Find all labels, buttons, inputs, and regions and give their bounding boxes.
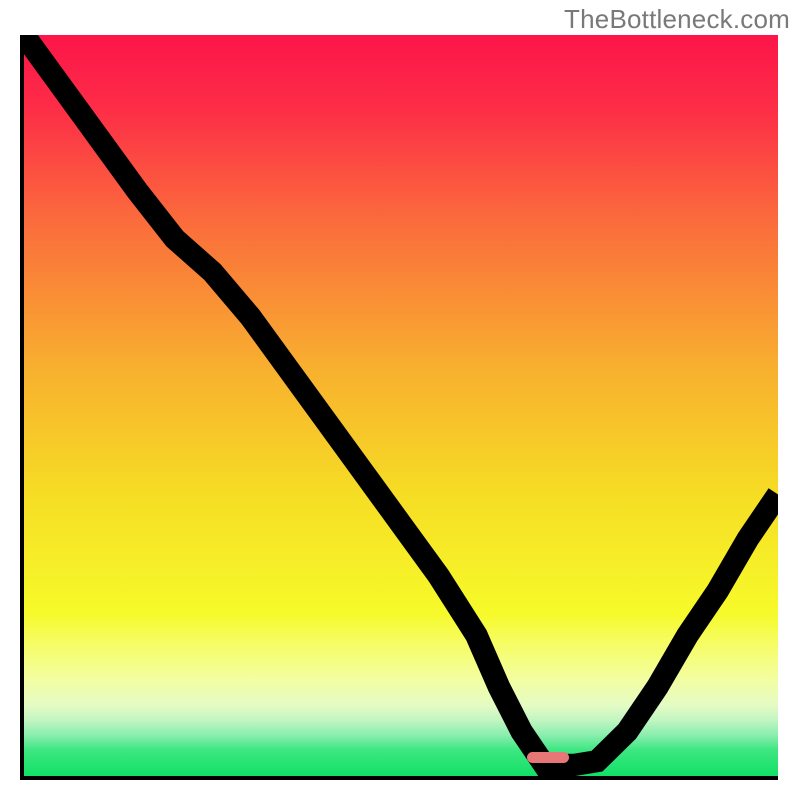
watermark-text: TheBottleneck.com bbox=[564, 4, 790, 35]
plot-area bbox=[20, 35, 778, 780]
chart-container: TheBottleneck.com bbox=[0, 0, 800, 800]
curve-line bbox=[24, 35, 778, 776]
optimal-marker bbox=[527, 752, 568, 764]
